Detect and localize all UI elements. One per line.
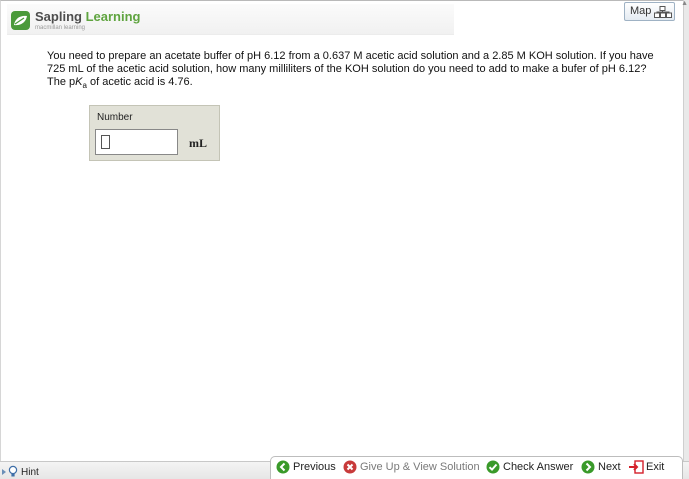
question-text-end: of acetic acid is 4.76. xyxy=(86,76,193,88)
question-text: You need to prepare an acetate buffer of… xyxy=(47,50,659,90)
hint-label: Hint xyxy=(21,467,39,478)
check-icon xyxy=(486,460,500,474)
exit-door-icon xyxy=(629,460,644,474)
number-input[interactable] xyxy=(95,129,178,155)
give-up-view-solution-button[interactable]: Give Up & View Solution xyxy=(343,460,480,474)
vertical-scrollbar[interactable]: ▲ xyxy=(681,0,689,479)
brand-tagline: macmillan learning xyxy=(35,25,86,31)
unit-label: mL xyxy=(189,136,207,150)
previous-button[interactable]: Previous xyxy=(276,460,336,474)
sapling-leaf-logo-icon xyxy=(11,11,30,30)
map-icon xyxy=(654,6,672,18)
answer-label: Number xyxy=(97,112,133,123)
next-arrow-icon xyxy=(581,460,595,474)
next-button[interactable]: Next xyxy=(581,460,623,474)
give-up-label: Give Up & View Solution xyxy=(360,461,480,473)
answer-box: Number mL xyxy=(89,105,220,161)
check-answer-button[interactable]: Check Answer xyxy=(486,460,574,474)
map-button-label: Map xyxy=(630,5,652,17)
exit-label: Exit xyxy=(646,461,665,473)
check-answer-label: Check Answer xyxy=(503,461,574,473)
scroll-up-arrow-icon[interactable]: ▲ xyxy=(681,0,688,8)
give-up-x-icon xyxy=(343,460,357,474)
brand-word-learning: Learning xyxy=(85,9,141,24)
lightbulb-icon xyxy=(2,465,18,477)
previous-label: Previous xyxy=(293,461,336,473)
next-label: Next xyxy=(598,461,621,473)
brand-name: Sapling Learning xyxy=(35,9,140,24)
brand-word-sapling: Sapling xyxy=(35,9,82,24)
exit-button[interactable]: Exit xyxy=(629,460,667,474)
input-caret xyxy=(101,135,110,149)
header: Sapling Learning macmillan learning xyxy=(7,4,454,35)
map-button[interactable]: Map xyxy=(624,2,675,21)
previous-arrow-icon xyxy=(276,460,290,474)
